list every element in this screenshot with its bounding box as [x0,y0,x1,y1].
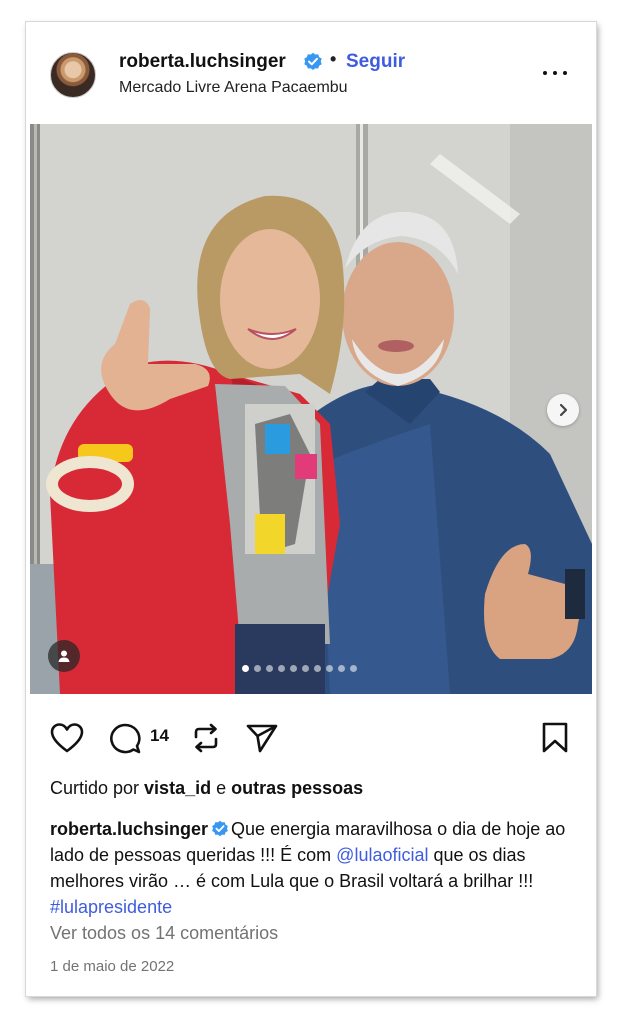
liked-by-user[interactable]: vista_id [144,778,211,798]
heart-icon[interactable] [50,722,84,754]
photo-illustration [30,124,592,694]
more-options-icon[interactable] [541,62,569,82]
location-link[interactable]: Mercado Livre Arena Pacaembu [119,79,348,97]
liked-by-prefix: Curtido por [50,778,145,798]
send-icon[interactable] [245,722,279,754]
view-all-comments-link[interactable]: Ver todos os 14 comentários [50,923,278,944]
chevron-right-icon [559,403,568,417]
carousel-dot [290,665,297,672]
carousel-dot [278,665,285,672]
user-tag-icon [58,650,70,662]
carousel-dot [302,665,309,672]
mention-link[interactable]: @lulaoficial [336,845,428,865]
repost-icon[interactable] [191,722,221,754]
caption-username[interactable]: roberta.luchsinger [50,819,208,839]
carousel-dot [314,665,321,672]
separator-dot: • [330,49,337,69]
post-date: 1 de maio de 2022 [50,958,175,975]
comment-icon[interactable] [108,722,142,754]
carousel-dot [242,665,249,672]
carousel-dot [254,665,261,672]
avatar[interactable] [50,52,96,98]
action-bar: 14 [26,712,596,762]
liked-by-joiner: e [211,778,232,798]
post-photo[interactable] [30,124,592,694]
liked-by-others[interactable]: outras pessoas [231,778,363,798]
tagged-users-button[interactable] [48,640,80,672]
post-caption: roberta.luchsinger Que energia maravilho… [50,816,570,920]
post-header: roberta.luchsinger • Seguir Mercado Livr… [26,22,596,124]
liked-by: Curtido por vista_id e outras pessoas [50,778,363,799]
username[interactable]: roberta.luchsinger [119,51,286,73]
carousel-dot [338,665,345,672]
hashtag-link[interactable]: #lulapresidente [50,897,172,917]
carousel-dot [350,665,357,672]
carousel-dot [266,665,273,672]
post-card: roberta.luchsinger • Seguir Mercado Livr… [26,22,596,996]
carousel-indicator [242,665,357,673]
follow-button[interactable]: Seguir [346,51,405,73]
comment-count: 14 [150,726,169,745]
next-slide-button[interactable] [547,394,579,426]
verified-badge-icon [304,52,322,70]
verified-badge-icon [212,820,228,837]
bookmark-icon[interactable] [541,722,569,754]
carousel-dot [326,665,333,672]
